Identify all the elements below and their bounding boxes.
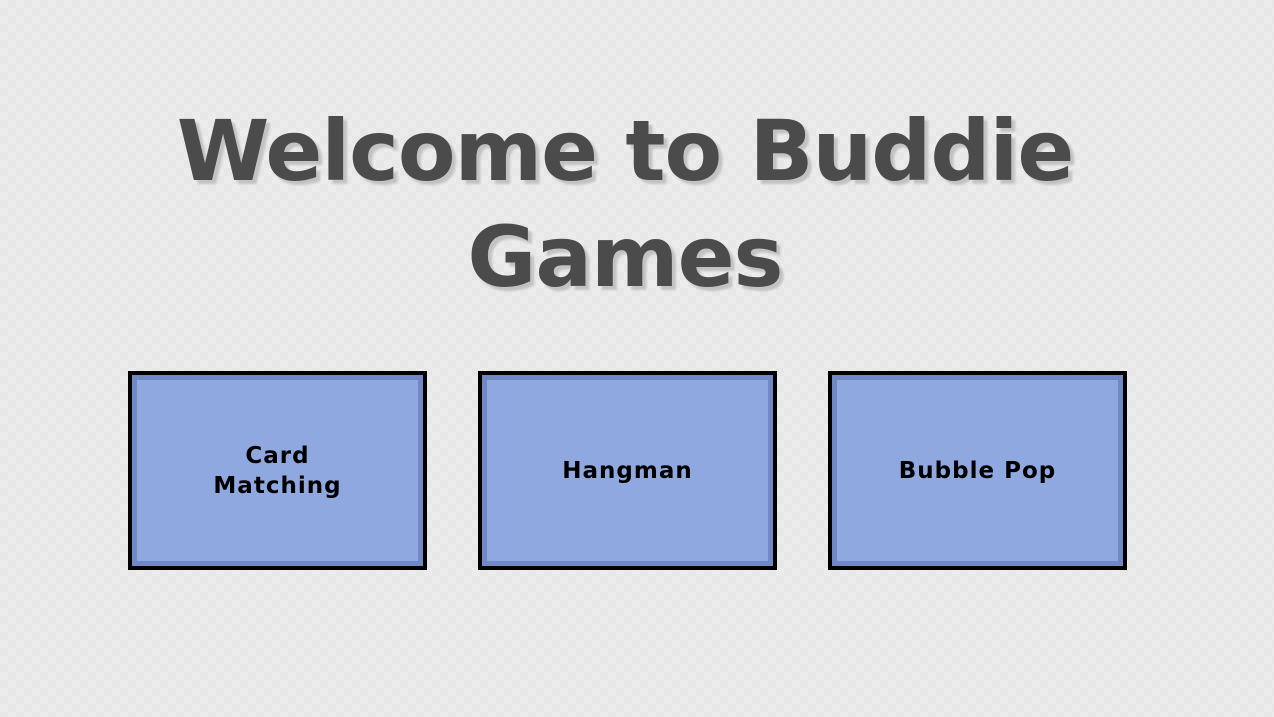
- bubble-pop-label: Bubble Pop: [898, 457, 1057, 484]
- hangman-button[interactable]: Hangman: [478, 371, 777, 570]
- bubble-pop-button[interactable]: Bubble Pop: [828, 371, 1127, 570]
- card-matching-label: Card Matching: [213, 442, 342, 499]
- card-matching-button[interactable]: Card Matching: [128, 371, 427, 570]
- hangman-label: Hangman: [562, 457, 693, 484]
- page-title: Welcome to Buddie Games: [176, 102, 1075, 306]
